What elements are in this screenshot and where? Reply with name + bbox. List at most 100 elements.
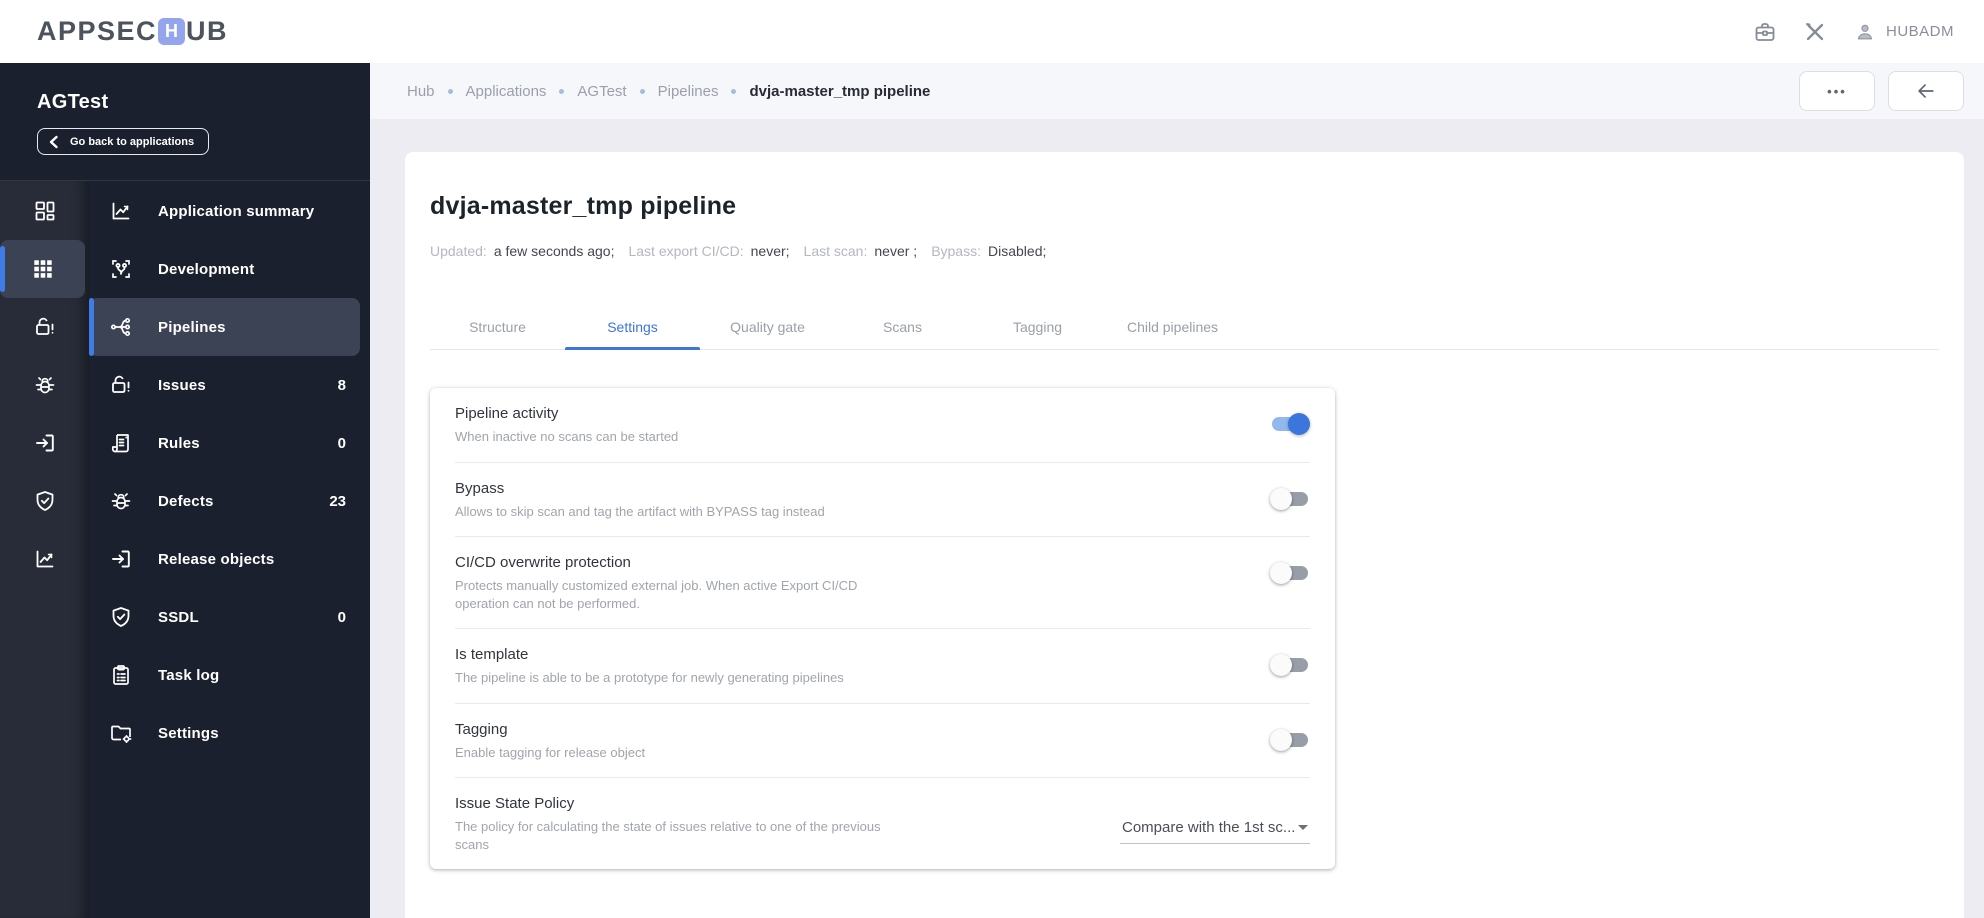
meta-pair: Last export CI/CD: never; xyxy=(628,243,789,259)
sidebar-item-defects[interactable]: Defects 23 xyxy=(89,472,370,530)
global-nav-rail xyxy=(0,181,89,918)
meta-value: a few seconds ago; xyxy=(493,243,615,259)
rail-item-apps-grid[interactable] xyxy=(0,240,85,298)
panel-wrap: dvja-master_tmp pipeline Updated: a few … xyxy=(370,119,1984,918)
setting-description: Allows to skip scan and tag the artifact… xyxy=(455,503,825,519)
breadcrumb-separator-dot xyxy=(731,88,737,94)
setting-title: Bypass xyxy=(455,479,505,497)
sidebar-item-task-log[interactable]: Task log xyxy=(89,646,370,704)
tools-icon[interactable] xyxy=(1802,19,1828,45)
sidebar-item-label: SSDL xyxy=(158,608,199,626)
sidebar-item-label: Settings xyxy=(158,724,219,742)
sidebar-item-release-objects[interactable]: Release objects xyxy=(89,530,370,588)
bug-icon xyxy=(33,373,57,397)
sidebar-item-badge: 23 xyxy=(329,492,346,510)
rail-item-bug[interactable] xyxy=(0,356,89,414)
sidebar-item-ssdl[interactable]: SSDL 0 xyxy=(89,588,370,646)
dashboard-icon xyxy=(33,199,57,223)
sidebar-item-rules[interactable]: Rules 0 xyxy=(89,414,370,472)
sidebar-item-development[interactable]: Development xyxy=(89,240,370,298)
content-area: Hub Applications AGTest Pipelines dvja-maste… xyxy=(370,63,1984,918)
breadcrumb-item[interactable]: AGTest xyxy=(577,83,626,100)
setting-title: Tagging xyxy=(455,720,508,738)
tab-tagging[interactable]: Tagging xyxy=(970,305,1105,349)
breadcrumb-separator-dot xyxy=(559,88,565,94)
sidebar-item-settings[interactable]: Settings xyxy=(89,704,370,762)
sidebar-item-label: Application summary xyxy=(158,202,315,220)
sidebar-app-name: AGTest xyxy=(37,91,109,113)
tab-child-pipelines[interactable]: Child pipelines xyxy=(1105,305,1240,349)
caret-down-icon xyxy=(1298,825,1308,831)
pipeline-panel: dvja-master_tmp pipeline Updated: a few … xyxy=(405,152,1964,918)
top-bar: APPSEC H UB HUBADM xyxy=(0,0,1984,63)
rail-item-shield-check[interactable] xyxy=(0,472,89,530)
tab-settings[interactable]: Settings xyxy=(565,305,700,350)
rail-item-dashboard[interactable] xyxy=(0,182,89,240)
sidebar-item-badge: 8 xyxy=(337,376,346,394)
setting-title: CI/CD overwrite protection xyxy=(455,554,631,572)
more-actions-button[interactable]: ••• xyxy=(1799,71,1875,111)
scroll-icon xyxy=(109,431,133,455)
setting-title: Pipeline activity xyxy=(455,405,559,422)
sidebar-item-issues[interactable]: Issues 8 xyxy=(89,356,370,414)
shield-check-icon xyxy=(33,489,57,513)
meta-pair: Updated: a few seconds ago; xyxy=(430,243,614,259)
user-name: HUBADM xyxy=(1885,23,1954,40)
sidebar-item-pipelines[interactable]: Pipelines xyxy=(89,298,360,356)
lock-alert-icon xyxy=(109,373,133,397)
rail-item-exit[interactable] xyxy=(0,414,89,472)
go-back-to-applications-button[interactable]: Go back to applications xyxy=(37,128,210,155)
breadcrumb: Hub Applications AGTest Pipelines dvja-maste… xyxy=(407,83,930,100)
tab-quality-gate[interactable]: Quality gate xyxy=(700,305,835,349)
sidebar-item-label: Task log xyxy=(158,666,220,684)
breadcrumb-item[interactable]: Applications xyxy=(466,83,547,100)
folder-gear-icon xyxy=(109,721,133,745)
setting-description: The pipeline is able to be a prototype f… xyxy=(455,670,844,686)
tab-scans[interactable]: Scans xyxy=(835,305,970,349)
sidebar: AGTest Go back to applications Applicati… xyxy=(0,63,370,918)
setting-row-pipeline-activity: Pipeline activity When inactive no scans… xyxy=(455,388,1310,463)
toggle-knob xyxy=(1270,562,1292,585)
exit-icon xyxy=(109,547,133,571)
meta-label: Updated: xyxy=(430,243,487,259)
setting-row-is-template: Is template The pipeline is able to be a… xyxy=(455,629,1310,704)
sidebar-item-label: Rules xyxy=(158,434,200,452)
clipboard-icon xyxy=(109,663,133,687)
tagging-toggle[interactable] xyxy=(1270,728,1310,751)
sidebar-item-label: Development xyxy=(158,260,255,278)
breadcrumb-separator-dot xyxy=(447,88,453,94)
breadcrumb-item[interactable]: Pipelines xyxy=(658,83,719,100)
logo-text-right: UB xyxy=(186,16,229,46)
pipeline-meta: Updated: a few seconds ago; Last export … xyxy=(430,243,1939,259)
sidebar-item-badge: 0 xyxy=(337,434,346,452)
sidebar-item-label: Defects xyxy=(158,492,214,510)
bypass-toggle[interactable] xyxy=(1270,487,1310,510)
back-button[interactable] xyxy=(1888,71,1964,111)
meta-value: never; xyxy=(750,243,790,259)
rail-item-chart[interactable] xyxy=(0,530,89,588)
exit-icon xyxy=(33,431,57,455)
setting-description: The policy for calculating the state of … xyxy=(455,819,881,852)
breadcrumb-item[interactable]: Hub xyxy=(407,83,435,100)
user-menu[interactable]: HUBADM xyxy=(1852,19,1954,45)
issue-state-policy-select[interactable]: Compare with the 1st sc... xyxy=(1120,815,1310,845)
page-title: dvja-master_tmp pipeline xyxy=(430,192,737,220)
sidebar-header: AGTest Go back to applications xyxy=(0,63,370,181)
tab-structure[interactable]: Structure xyxy=(430,305,565,349)
meta-label: Bypass: xyxy=(931,243,981,259)
shield-check-icon xyxy=(109,605,133,629)
ci-cd-overwrite-protection-toggle[interactable] xyxy=(1270,562,1310,585)
briefcase-icon[interactable] xyxy=(1752,19,1778,45)
ellipsis-icon: ••• xyxy=(1827,83,1847,99)
meta-label: Last export CI/CD: xyxy=(628,243,744,259)
sidebar-item-application-summary[interactable]: Application summary xyxy=(89,182,370,240)
setting-description: When inactive no scans can be started xyxy=(455,429,679,444)
setting-row-ci-cd-overwrite-protection: CI/CD overwrite protection Protects manu… xyxy=(455,537,1310,630)
setting-title: Is template xyxy=(455,646,529,664)
rail-item-lock-alert[interactable] xyxy=(0,298,89,356)
toggle-knob xyxy=(1270,654,1292,677)
is-template-toggle[interactable] xyxy=(1270,654,1310,677)
appsechub-logo[interactable]: APPSEC H UB xyxy=(37,16,228,47)
go-back-label: Go back to applications xyxy=(70,135,195,148)
pipeline-activity-toggle[interactable] xyxy=(1270,413,1310,435)
